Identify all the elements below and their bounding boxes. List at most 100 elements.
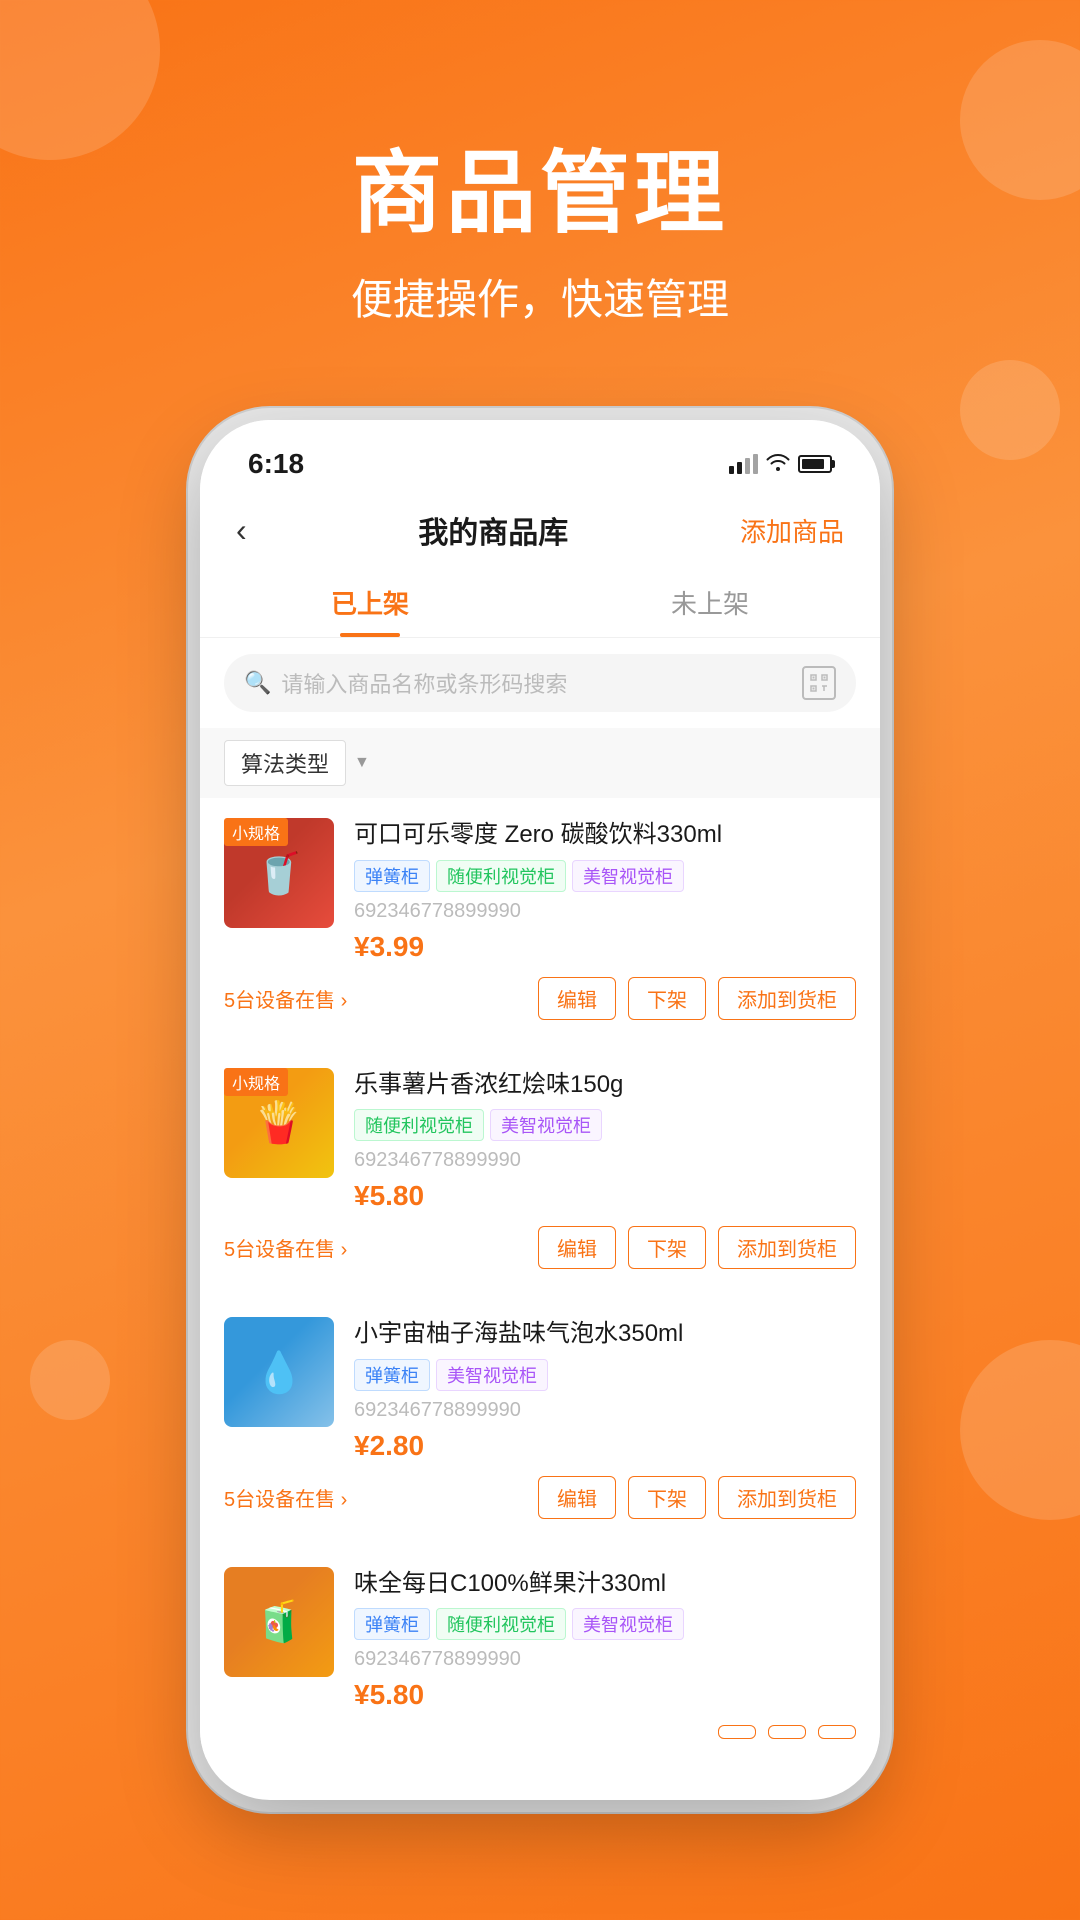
tag-row: 随便利视觉柜美智视觉柜 [354,1109,856,1141]
battery-icon [798,455,832,473]
filter-arrow-icon: ▼ [354,754,370,772]
filter-bar: 算法类型 ▼ [200,728,880,798]
product-sku: 692346778899990 [354,1648,856,1671]
action-buttons: 编辑下架添加到货柜 [538,1226,856,1269]
tab-unlisted[interactable]: 未上架 [540,568,880,637]
signal-bar-4 [753,454,758,474]
product-action-button[interactable]: 添加到货柜 [718,1226,856,1269]
product-item: 小规格 🍟 乐事薯片香浓红烩味150g 随便利视觉柜美智视觉柜 69234677… [200,1048,880,1290]
signal-bar-1 [729,466,734,474]
bg-decor-circle-3 [960,360,1060,460]
product-action-button[interactable]: 添加到货柜 [718,977,856,1020]
phone-shell: 6:18 [200,420,880,1800]
product-inner: 💧 小宇宙柚子海盐味气泡水350ml 弹簧柜美智视觉柜 692346778899… [224,1317,856,1472]
product-price: ¥2.80 [354,1430,856,1462]
product-action-button[interactable]: 下架 [628,977,706,1020]
add-product-button[interactable]: 添加商品 [740,512,844,549]
product-image: 🧃 [224,1567,334,1677]
product-action-button[interactable]: 编辑 [538,977,616,1020]
signal-bar-2 [737,462,742,474]
page-subtitle: 便捷操作，快速管理 [0,266,1080,327]
product-inner: 小规格 🍟 乐事薯片香浓红烩味150g 随便利视觉柜美智视觉柜 69234677… [224,1068,856,1223]
tag-row: 弹簧柜随便利视觉柜美智视觉柜 [354,1608,856,1640]
bg-decor-circle-5 [30,1340,110,1420]
product-action-button[interactable] [818,1725,856,1739]
product-list: 小规格 🥤 可口可乐零度 Zero 碳酸饮料330ml 弹簧柜随便利视觉柜美智视… [200,798,880,1767]
devices-count: 5台设备在售 › [224,984,347,1013]
devices-count: 5台设备在售 › [224,1233,347,1262]
product-price: ¥5.80 [354,1180,856,1212]
product-action-button[interactable]: 编辑 [538,1226,616,1269]
product-action-button[interactable] [768,1725,806,1739]
product-inner: 小规格 🥤 可口可乐零度 Zero 碳酸饮料330ml 弹簧柜随便利视觉柜美智视… [224,818,856,973]
scan-icon[interactable] [802,666,836,700]
search-input[interactable]: 请输入商品名称或条形码搜索 [281,667,792,699]
status-icons [729,451,832,477]
product-sku: 692346778899990 [354,1149,856,1172]
product-tag: 随便利视觉柜 [436,860,566,892]
product-image: 💧 [224,1317,334,1427]
tag-row: 弹簧柜随便利视觉柜美智视觉柜 [354,860,856,892]
product-action-button[interactable]: 添加到货柜 [718,1476,856,1519]
bg-decor-circle-4 [960,1340,1080,1520]
back-button[interactable]: ‹ [236,512,247,549]
product-inner: 🧃 味全每日C100%鲜果汁330ml 弹簧柜随便利视觉柜美智视觉柜 69234… [224,1567,856,1722]
product-info: 可口可乐零度 Zero 碳酸饮料330ml 弹簧柜随便利视觉柜美智视觉柜 692… [354,818,856,973]
product-info: 味全每日C100%鲜果汁330ml 弹簧柜随便利视觉柜美智视觉柜 6923467… [354,1567,856,1722]
product-name: 味全每日C100%鲜果汁330ml [354,1567,856,1601]
product-sku: 692346778899990 [354,1399,856,1422]
tab-listed[interactable]: 已上架 [200,568,540,637]
signal-icon [729,454,758,474]
product-footer: 5台设备在售 › 编辑下架添加到货柜 [224,1226,856,1269]
product-action-button[interactable]: 下架 [628,1476,706,1519]
nav-title: 我的商品库 [418,508,568,552]
search-icon: 🔍 [244,670,271,696]
product-item: 💧 小宇宙柚子海盐味气泡水350ml 弹簧柜美智视觉柜 692346778899… [200,1297,880,1539]
product-tag: 随便利视觉柜 [354,1109,484,1141]
battery-fill [802,459,824,469]
product-tag: 美智视觉柜 [490,1109,602,1141]
product-item: 小规格 🥤 可口可乐零度 Zero 碳酸饮料330ml 弹簧柜随便利视觉柜美智视… [200,798,880,1040]
product-tag: 弹簧柜 [354,1608,430,1640]
search-container: 🔍 请输入商品名称或条形码搜索 [200,638,880,728]
product-tag: 美智视觉柜 [572,860,684,892]
product-action-button[interactable]: 下架 [628,1226,706,1269]
product-tag: 美智视觉柜 [436,1359,548,1391]
product-tag: 弹簧柜 [354,1359,430,1391]
product-info: 小宇宙柚子海盐味气泡水350ml 弹簧柜美智视觉柜 69234677889999… [354,1317,856,1472]
devices-count: 5台设备在售 › [224,1483,347,1512]
product-action-button[interactable]: 编辑 [538,1476,616,1519]
product-info: 乐事薯片香浓红烩味150g 随便利视觉柜美智视觉柜 69234677889999… [354,1068,856,1223]
search-bar[interactable]: 🔍 请输入商品名称或条形码搜索 [224,654,856,712]
product-image-wrapper: 💧 [224,1317,334,1472]
product-image-wrapper: 小规格 🍟 [224,1068,334,1223]
product-action-button[interactable] [718,1725,756,1739]
product-badge: 小规格 [224,1068,288,1096]
action-buttons: 编辑下架添加到货柜 [538,1476,856,1519]
signal-bar-3 [745,458,750,474]
wifi-icon [766,451,790,477]
status-bar: 6:18 [200,420,880,492]
product-image-wrapper: 小规格 🥤 [224,818,334,973]
action-buttons [718,1725,856,1739]
product-footer: 5台设备在售 › 编辑下架添加到货柜 [224,1476,856,1519]
action-buttons: 编辑下架添加到货柜 [538,977,856,1020]
tag-row: 弹簧柜美智视觉柜 [354,1359,856,1391]
product-image-wrapper: 🧃 [224,1567,334,1722]
product-name: 乐事薯片香浓红烩味150g [354,1068,856,1102]
product-price: ¥5.80 [354,1679,856,1711]
tabs-container: 已上架 未上架 [200,568,880,638]
page-title: 商品管理 [0,120,1080,250]
product-footer [224,1725,856,1739]
phone-mockup: 6:18 [200,420,880,1800]
product-badge: 小规格 [224,818,288,846]
product-item: 🧃 味全每日C100%鲜果汁330ml 弹簧柜随便利视觉柜美智视觉柜 69234… [200,1547,880,1760]
product-name: 小宇宙柚子海盐味气泡水350ml [354,1317,856,1351]
status-time: 6:18 [248,448,304,480]
product-price: ¥3.99 [354,931,856,963]
filter-label[interactable]: 算法类型 [224,740,346,786]
nav-bar: ‹ 我的商品库 添加商品 [200,492,880,568]
product-footer: 5台设备在售 › 编辑下架添加到货柜 [224,977,856,1020]
product-sku: 692346778899990 [354,900,856,923]
product-tag: 弹簧柜 [354,860,430,892]
